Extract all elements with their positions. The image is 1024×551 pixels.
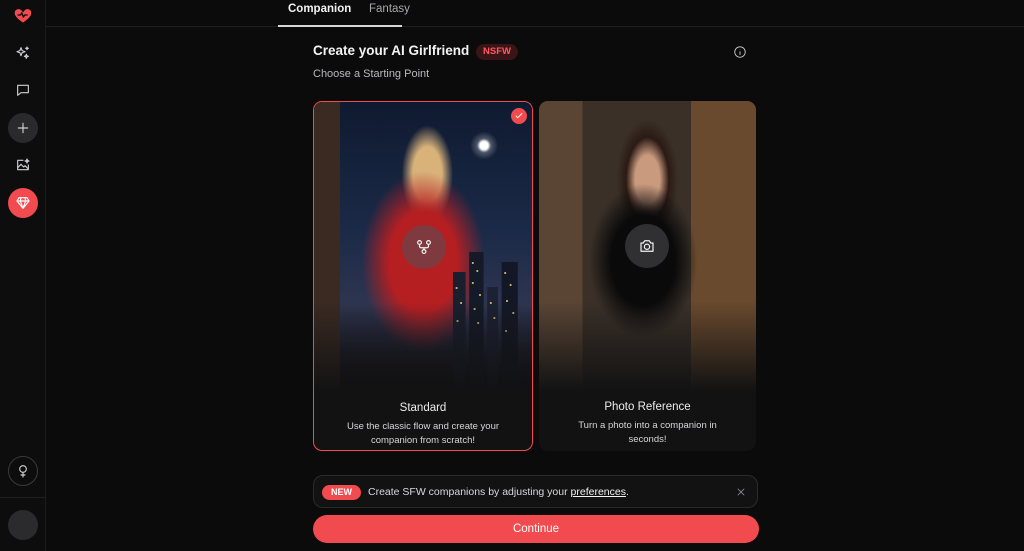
active-tab-indicator (278, 25, 402, 27)
banner-text-before: Create SFW companions by adjusting your (368, 486, 571, 498)
tab-fantasy[interactable]: Fantasy (369, 3, 410, 15)
image-sparkle-icon[interactable] (8, 150, 38, 180)
flow-icon (402, 225, 446, 269)
photo-reference-option-card[interactable]: Photo Reference Turn a photo into a comp… (539, 101, 756, 451)
banner-text-after: . (625, 486, 629, 498)
sidebar-divider (0, 497, 46, 498)
image-fade (539, 301, 756, 391)
logo-heart-icon[interactable] (8, 0, 38, 30)
standard-option-card[interactable]: Standard Use the classic flow and create… (313, 101, 533, 451)
selected-check-icon (511, 108, 527, 124)
preferences-link[interactable]: preferences (571, 486, 626, 498)
top-tab-bar: Companion Fantasy (46, 0, 1024, 27)
standard-card-description: Use the classic flow and create your com… (346, 421, 500, 446)
photo-reference-card-description: Turn a photo into a companion in seconds… (578, 420, 717, 445)
camera-icon (625, 224, 669, 268)
page-subtitle: Choose a Starting Point (313, 68, 430, 80)
chat-icon[interactable] (8, 75, 38, 105)
standard-card-title: Standard (399, 402, 447, 414)
plus-icon[interactable] (8, 113, 38, 143)
new-badge: NEW (322, 485, 361, 500)
sidebar (0, 0, 46, 551)
sparkles-icon[interactable] (8, 38, 38, 68)
continue-button[interactable]: Continue (313, 515, 759, 543)
tab-companion[interactable]: Companion (288, 3, 351, 15)
info-icon[interactable] (733, 45, 747, 59)
gender-icon[interactable] (8, 456, 38, 486)
page-title: Create your AI Girlfriend (313, 43, 470, 58)
nsfw-badge: NSFW (476, 44, 518, 60)
avatar[interactable] (8, 510, 38, 540)
image-fade (314, 302, 532, 392)
sfw-notice-banner: NEW Create SFW companions by adjusting y… (313, 475, 758, 508)
banner-text: Create SFW companions by adjusting your … (368, 486, 629, 498)
diamond-icon[interactable] (8, 188, 38, 218)
photo-reference-card-title: Photo Reference (604, 401, 691, 413)
close-icon[interactable] (735, 485, 747, 497)
